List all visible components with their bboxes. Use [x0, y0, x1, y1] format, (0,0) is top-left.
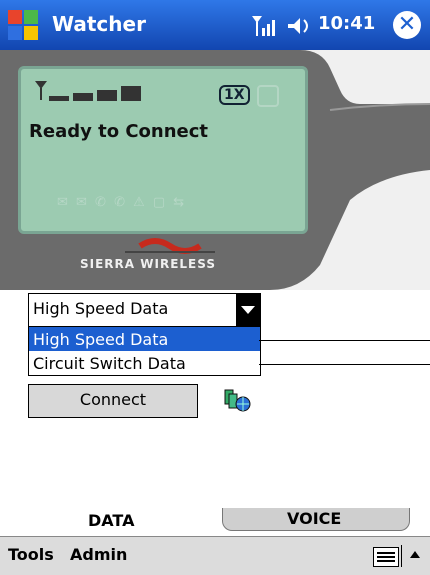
- tab-voice-label: VOICE: [287, 509, 342, 528]
- selected-connection-type: High Speed Data: [33, 299, 169, 318]
- dropdown-arrow-icon[interactable]: [236, 294, 260, 326]
- windows-start-icon[interactable]: [6, 8, 40, 42]
- tab-strip: DATA VOICE: [0, 508, 430, 536]
- speaker-icon[interactable]: [286, 14, 312, 38]
- device-panel: 1X Ready to Connect ✉ ✉ ✆ ✆ ⚠ ▢ ⇆ SIERRA…: [0, 50, 430, 290]
- lcd-indicator-icons: ✉ ✉ ✆ ✆ ⚠ ▢ ⇆: [57, 195, 187, 210]
- callout-line-1: [259, 340, 430, 341]
- brand-logo: SIERRA WIRELESS: [80, 257, 216, 271]
- menu-tools[interactable]: Tools: [8, 545, 54, 564]
- connect-button[interactable]: Connect: [28, 384, 198, 418]
- signal-strength-icon[interactable]: [250, 14, 278, 38]
- connection-status: Ready to Connect: [29, 121, 209, 142]
- roaming-indicator: [257, 85, 279, 107]
- clock[interactable]: 10:41: [318, 13, 375, 34]
- option-high-speed-data[interactable]: High Speed Data: [29, 327, 260, 351]
- option-label: Circuit Switch Data: [33, 354, 186, 373]
- connect-button-label: Connect: [79, 390, 147, 409]
- option-label: High Speed Data: [33, 330, 169, 349]
- chevron-up-icon[interactable]: [410, 551, 420, 558]
- network-globe-icon[interactable]: [223, 386, 251, 414]
- tab-data-label: DATA: [88, 511, 135, 530]
- menu-bar: Tools Admin: [0, 536, 430, 575]
- tab-voice[interactable]: VOICE: [222, 508, 410, 531]
- connection-type-select[interactable]: High Speed Data: [28, 293, 261, 327]
- lcd-screen: 1X Ready to Connect ✉ ✉ ✆ ✆ ⚠ ▢ ⇆: [18, 66, 308, 234]
- app-title: Watcher: [52, 12, 146, 36]
- callout-line-2: [259, 364, 430, 365]
- close-button[interactable]: ✕: [393, 11, 421, 39]
- tab-data[interactable]: DATA: [48, 508, 178, 536]
- option-circuit-switch-data[interactable]: Circuit Switch Data: [29, 351, 260, 375]
- title-bar: Watcher 10:41 ✕: [0, 0, 430, 50]
- network-1x-badge: 1X: [219, 85, 250, 105]
- signal-bars-icon: [35, 81, 141, 101]
- sip-divider: [401, 545, 402, 567]
- keyboard-icon[interactable]: [373, 547, 399, 567]
- menu-admin[interactable]: Admin: [70, 545, 127, 564]
- connection-type-dropdown-list: High Speed Data Circuit Switch Data: [28, 326, 261, 376]
